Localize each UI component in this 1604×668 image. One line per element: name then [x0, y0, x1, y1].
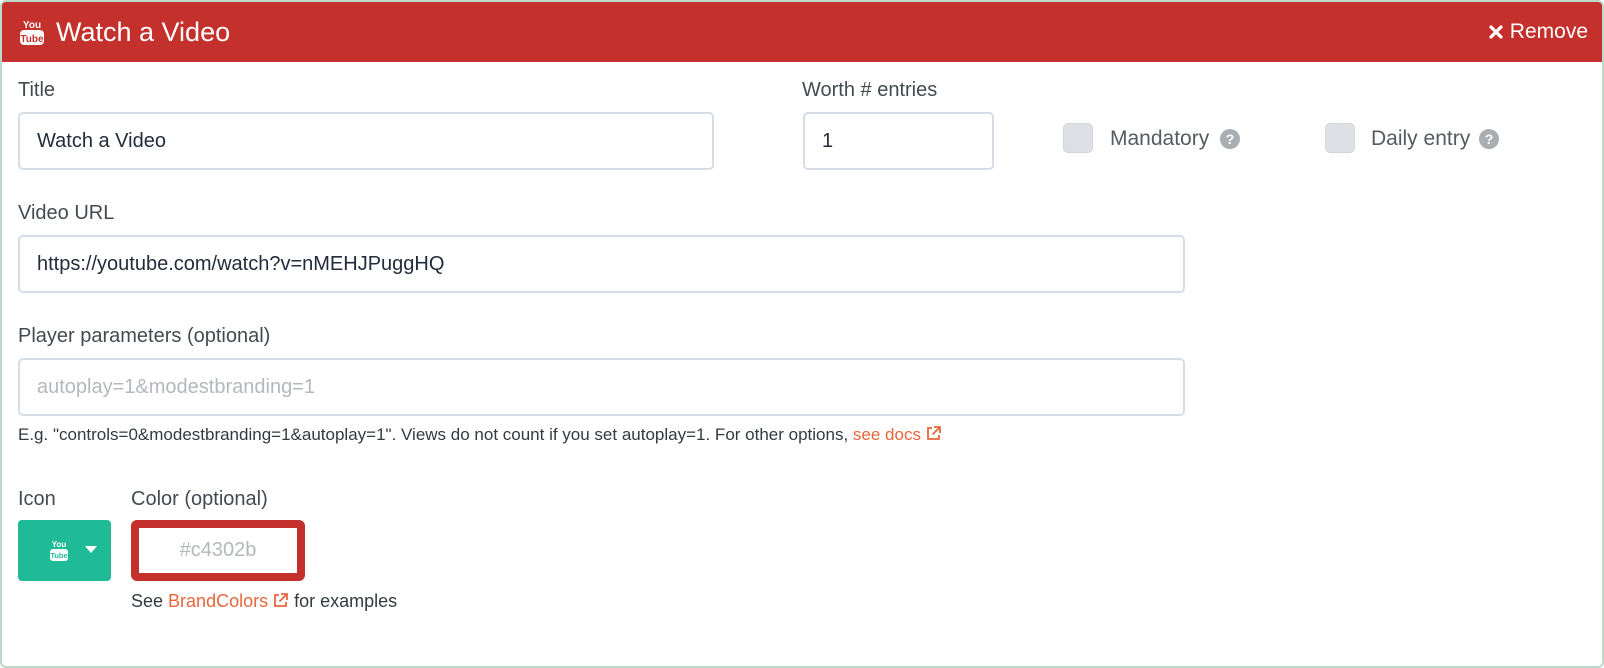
svg-text:Tube: Tube	[20, 34, 44, 45]
youtube-icon: You Tube	[20, 20, 44, 45]
question-circle-icon[interactable]: ?	[1479, 129, 1499, 149]
brand-suffix: for examples	[294, 591, 398, 611]
panel-title: Watch a Video	[56, 17, 231, 47]
daily-entry-label: Daily entry	[1371, 127, 1471, 150]
remove-label: Remove	[1509, 20, 1588, 43]
svg-text:You: You	[52, 540, 67, 549]
close-icon	[1489, 25, 1503, 39]
brandcolors-label: BrandColors	[168, 591, 269, 611]
brandcolors-link[interactable]: BrandColors	[168, 591, 289, 611]
question-circle-icon[interactable]: ?	[1220, 129, 1240, 149]
see-docs-label: see docs	[852, 425, 921, 444]
icon-label: Icon	[18, 488, 56, 510]
title-label: Title	[18, 79, 56, 101]
worth-entries-label: Worth # entries	[802, 79, 938, 101]
color-input[interactable]	[131, 520, 305, 581]
svg-text:Tube: Tube	[50, 551, 67, 560]
color-label: Color (optional)	[131, 488, 268, 510]
see-docs-link[interactable]: see docs	[853, 425, 942, 444]
brand-colors-help: See BrandColors for examples	[131, 590, 397, 612]
worth-entries-input[interactable]	[803, 112, 994, 170]
svg-text:?: ?	[1226, 131, 1235, 147]
remove-button[interactable]: Remove	[1488, 19, 1588, 45]
youtube-icon: You Tube	[50, 540, 68, 561]
title-input[interactable]	[18, 112, 714, 170]
brand-prefix: See	[131, 591, 164, 611]
player-parameters-help: E.g. "controls=0&modestbranding=1&autopl…	[18, 424, 942, 446]
player-parameters-label: Player parameters (optional)	[18, 325, 271, 347]
daily-entry-checkbox[interactable]	[1325, 123, 1355, 153]
player-parameters-input[interactable]	[18, 358, 1185, 416]
watch-video-panel: You Tube Watch a Video Remove Title Wort…	[0, 0, 1604, 668]
help-text: E.g. "controls=0&modestbranding=1&autopl…	[18, 425, 849, 444]
chevron-down-icon	[85, 546, 97, 553]
mandatory-checkbox[interactable]	[1063, 123, 1093, 153]
mandatory-label: Mandatory	[1110, 127, 1210, 150]
icon-picker-button[interactable]: You Tube	[18, 520, 111, 581]
svg-text:?: ?	[1485, 131, 1494, 147]
panel-header: You Tube Watch a Video Remove	[2, 2, 1602, 62]
video-url-label: Video URL	[18, 202, 115, 224]
external-link-icon	[274, 593, 288, 607]
video-url-input[interactable]	[18, 235, 1185, 293]
external-link-icon	[927, 426, 941, 440]
svg-text:You: You	[23, 20, 41, 31]
